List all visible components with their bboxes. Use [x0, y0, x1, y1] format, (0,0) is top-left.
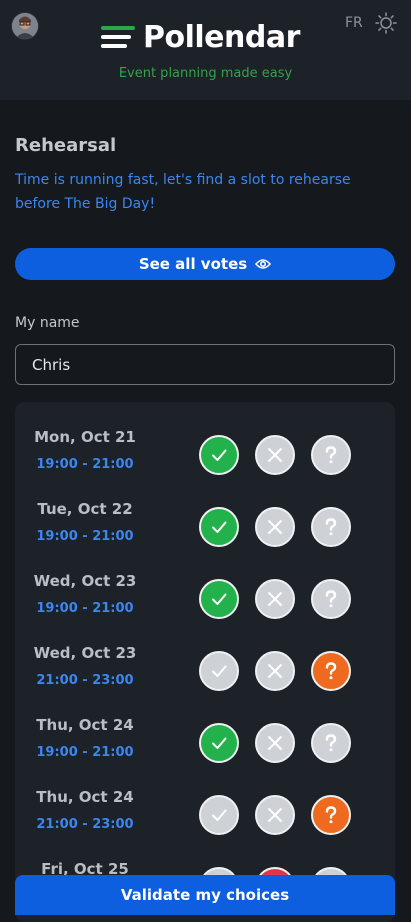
- vote-yes-button[interactable]: [199, 435, 239, 475]
- vote-maybe-button[interactable]: [311, 723, 351, 763]
- vote-no-button[interactable]: [255, 795, 295, 835]
- vote-maybe-button[interactable]: [311, 579, 351, 619]
- validate-choices-button[interactable]: Validate my choices: [15, 875, 395, 915]
- slot-row: Wed, Oct 23 21:00 - 23:00: [15, 618, 395, 691]
- theme-toggle[interactable]: [375, 12, 397, 34]
- vote-yes-button[interactable]: [199, 795, 239, 835]
- see-all-votes-button[interactable]: See all votes: [15, 248, 395, 280]
- check-icon: [209, 589, 229, 609]
- brand-logo[interactable]: Pollendar: [101, 17, 300, 57]
- brand-icon: [101, 25, 135, 49]
- language-switch[interactable]: FR: [345, 15, 363, 31]
- close-icon: [266, 662, 284, 680]
- slot-row: Thu, Oct 24 21:00 - 23:00: [15, 762, 395, 835]
- name-input[interactable]: [15, 344, 395, 385]
- event-title: Rehearsal: [15, 135, 117, 156]
- check-icon: [209, 733, 229, 753]
- check-icon: [209, 517, 229, 537]
- slot-time: 21:00 - 23:00: [36, 673, 134, 688]
- slot-date: Wed, Oct 23: [33, 572, 137, 590]
- question-icon: [322, 589, 340, 609]
- vote-no-button[interactable]: [255, 507, 295, 547]
- vote-yes-button[interactable]: [199, 579, 239, 619]
- avatar-icon: [12, 13, 38, 39]
- check-icon: [209, 445, 229, 465]
- slot-date: Thu, Oct 24: [36, 716, 134, 734]
- question-icon: [322, 805, 340, 825]
- vote-maybe-button[interactable]: [311, 435, 351, 475]
- check-icon: [209, 805, 229, 825]
- close-icon: [266, 806, 284, 824]
- slot-time: 19:00 - 21:00: [36, 601, 134, 616]
- close-icon: [266, 446, 284, 464]
- check-icon: [209, 661, 229, 681]
- close-icon: [266, 518, 284, 536]
- slot-time: 19:00 - 21:00: [36, 529, 134, 544]
- slot-row: Wed, Oct 23 19:00 - 21:00: [15, 546, 395, 619]
- slot-time: 19:00 - 21:00: [36, 457, 134, 472]
- event-description: Time is running fast, let's find a slot …: [15, 172, 351, 212]
- question-icon: [322, 661, 340, 681]
- name-label: My name: [15, 315, 80, 331]
- slot-time: 19:00 - 21:00: [36, 745, 134, 760]
- question-icon: [322, 517, 340, 537]
- vote-no-button[interactable]: [255, 435, 295, 475]
- question-icon: [322, 733, 340, 753]
- close-icon: [266, 590, 284, 608]
- vote-yes-button[interactable]: [199, 723, 239, 763]
- slot-date: Mon, Oct 21: [34, 428, 136, 446]
- slot-row: Thu, Oct 24 19:00 - 21:00: [15, 690, 395, 763]
- vote-maybe-button[interactable]: [311, 507, 351, 547]
- vote-maybe-button[interactable]: [311, 795, 351, 835]
- slot-date: Wed, Oct 23: [33, 644, 137, 662]
- vote-no-button[interactable]: [255, 579, 295, 619]
- brand-name: Pollendar: [143, 19, 300, 55]
- user-avatar[interactable]: [12, 13, 38, 39]
- vote-yes-button[interactable]: [199, 507, 239, 547]
- vote-no-button[interactable]: [255, 723, 295, 763]
- tagline: Event planning made easy: [118, 66, 293, 81]
- eye-icon: [255, 259, 272, 269]
- slot-row: Mon, Oct 21 19:00 - 21:00: [15, 402, 395, 475]
- vote-maybe-button[interactable]: [311, 651, 351, 691]
- slot-date: Tue, Oct 22: [37, 500, 133, 518]
- app-header: Pollendar Event planning made easy FR: [0, 0, 411, 100]
- sun-icon: [375, 12, 397, 34]
- see-all-votes-label: See all votes: [138, 255, 248, 273]
- vote-no-button[interactable]: [255, 651, 295, 691]
- close-icon: [266, 734, 284, 752]
- vote-yes-button[interactable]: [199, 651, 239, 691]
- question-icon: [322, 445, 340, 465]
- slot-row: Tue, Oct 22 19:00 - 21:00: [15, 474, 395, 547]
- slots-card: Mon, Oct 21 19:00 - 21:00 Tue, Oct 22 19:00…: [15, 402, 395, 922]
- slot-time: 21:00 - 23:00: [36, 817, 134, 832]
- slot-date: Thu, Oct 24: [36, 788, 134, 806]
